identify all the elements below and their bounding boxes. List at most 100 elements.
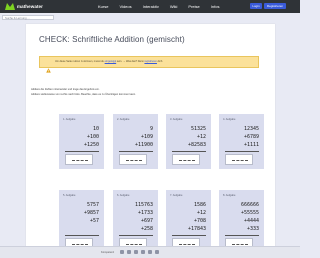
task-label: 2. Aufgabe [117, 118, 130, 121]
task-label: 7. Aufgabe [170, 194, 183, 197]
answer-placeholder [232, 160, 248, 161]
sum-line [119, 151, 153, 152]
register-link[interactable]: registrieren [144, 60, 157, 63]
task-label: 8. Aufgabe [223, 194, 236, 197]
logo-icon [5, 3, 15, 10]
task-card: 4. Aufgabe 12345 +6789 +1111 [219, 114, 264, 169]
task-number: +12 [196, 134, 206, 140]
task-card: 3. Aufgabe 51325 +12 +82583 [166, 114, 211, 169]
task-number: 115763 [134, 202, 153, 208]
sum-line [225, 151, 259, 152]
nav-item-videos[interactable]: Videos [119, 4, 131, 9]
task-number: +109 [140, 134, 153, 140]
logo[interactable]: mathewater [5, 3, 43, 10]
check-icon[interactable] [120, 250, 124, 254]
task-card: 8. Aufgabe 666666 +55555 +4444 +333 [219, 190, 264, 252]
task-number: +4444 [243, 218, 259, 224]
alert-text-pre: Um diese Seite nutzen zu können, musst d… [55, 60, 105, 63]
instruction-line-2: Addiere stellenweise von rechts nach lin… [31, 93, 136, 96]
task-number: +82583 [187, 142, 206, 148]
alert-text-mid: sein. → Was das? Dann [116, 60, 145, 63]
task-number: 10 [92, 126, 99, 132]
task-number: +1733 [137, 210, 153, 216]
task-number: 12345 [243, 126, 259, 132]
bookmark-icon[interactable] [155, 250, 159, 254]
task-numbers: 666666 +55555 +4444 +333 [241, 201, 259, 233]
task-label: 1. Aufgabe [63, 118, 76, 121]
search-input[interactable]: Suche & Lernung ... [2, 15, 54, 20]
task-number: +100 [86, 134, 99, 140]
sum-line [172, 235, 206, 236]
warning-icon [46, 60, 51, 73]
task-label: 3. Aufgabe [170, 118, 183, 121]
sum-line [225, 235, 259, 236]
login-alert: Um diese Seite nutzen zu können, musst d… [39, 56, 259, 73]
task-numbers: 10 +100 +1250 [84, 125, 99, 149]
main-nav: Kurse Videos Interaktiv Wiki Preise Info… [98, 4, 219, 9]
answer-placeholder [126, 160, 142, 161]
nav-item-interaktiv[interactable]: Interaktiv [143, 4, 159, 9]
nav-item-infos[interactable]: Infos [211, 4, 220, 9]
info-icon[interactable] [141, 250, 145, 254]
answer-placeholder [179, 244, 195, 245]
print-icon[interactable] [134, 250, 138, 254]
footer-icons [120, 250, 159, 254]
footer-bar: Kompetenz [0, 246, 300, 258]
alert-text: Um diese Seite nutzen zu können, musst d… [55, 60, 163, 63]
answer-placeholder [72, 244, 88, 245]
task-numbers: 9 +109 +11900 [135, 125, 153, 149]
task-number: +333 [246, 226, 259, 232]
login-link[interactable]: eingeloggt [105, 60, 117, 63]
task-card: 5. Aufgabe 5757 +9857 +57 [59, 190, 104, 252]
task-card: 7. Aufgabe 1586 +12 +708 +17843 [166, 190, 211, 252]
task-number: 9 [149, 126, 153, 132]
answer-input[interactable] [172, 154, 200, 165]
task-number: +57 [89, 218, 99, 224]
task-number: 1586 [193, 202, 206, 208]
sum-line [65, 151, 99, 152]
answer-input[interactable] [119, 154, 147, 165]
task-number: +258 [140, 226, 153, 232]
task-number: 666666 [240, 202, 259, 208]
task-card: 2. Aufgabe 9 +109 +11900 [113, 114, 158, 169]
task-label: 5. Aufgabe [63, 194, 76, 197]
sum-line [119, 235, 153, 236]
sum-line [65, 235, 99, 236]
task-numbers: 5757 +9857 +57 [84, 201, 99, 225]
share-icon[interactable] [127, 250, 131, 254]
answer-placeholder [179, 160, 195, 161]
task-number: +708 [193, 218, 206, 224]
answer-placeholder [126, 244, 142, 245]
task-number: +11900 [134, 142, 153, 148]
footer-label: Kompetenz [101, 251, 115, 254]
answer-input[interactable] [65, 154, 93, 165]
answer-placeholder [232, 244, 248, 245]
task-numbers: 115763 +1733 +697 +258 [135, 201, 153, 233]
task-number: 5757 [86, 202, 99, 208]
logo-text: mathewater [17, 4, 44, 9]
instruction-line-1: Addiere die Zahlen miteinander und trage… [31, 88, 100, 91]
task-number: +697 [140, 218, 153, 224]
content-card: CHECK: Schriftliche Addition (gemischt) … [26, 24, 275, 257]
task-numbers: 1586 +12 +708 +17843 [188, 201, 206, 233]
task-number: +1111 [243, 142, 259, 148]
task-card: 1. Aufgabe 10 +100 +1250 [59, 114, 104, 169]
task-number: +12 [196, 210, 206, 216]
answer-placeholder [72, 160, 88, 161]
nav-item-wiki[interactable]: Wiki [170, 4, 178, 9]
mail-icon[interactable] [148, 250, 152, 254]
nav-item-preise[interactable]: Preise [188, 4, 199, 9]
task-numbers: 12345 +6789 +1111 [244, 125, 259, 149]
answer-input[interactable] [225, 154, 253, 165]
task-numbers: 51325 +12 +82583 [188, 125, 206, 149]
top-navbar: mathewater Kurse Videos Interaktiv Wiki … [0, 0, 300, 13]
nav-item-kurse[interactable]: Kurse [98, 4, 108, 9]
task-number: +17843 [187, 226, 206, 232]
task-card: 6. Aufgabe 115763 +1733 +697 +258 [113, 190, 158, 252]
page-title: CHECK: Schriftliche Addition (gemischt) [39, 35, 185, 44]
task-number: +55555 [240, 210, 259, 216]
task-number: +1250 [83, 142, 99, 148]
task-label: 4. Aufgabe [223, 118, 236, 121]
register-button[interactable]: Registrieren [264, 3, 286, 9]
login-button[interactable]: Login [250, 3, 262, 9]
